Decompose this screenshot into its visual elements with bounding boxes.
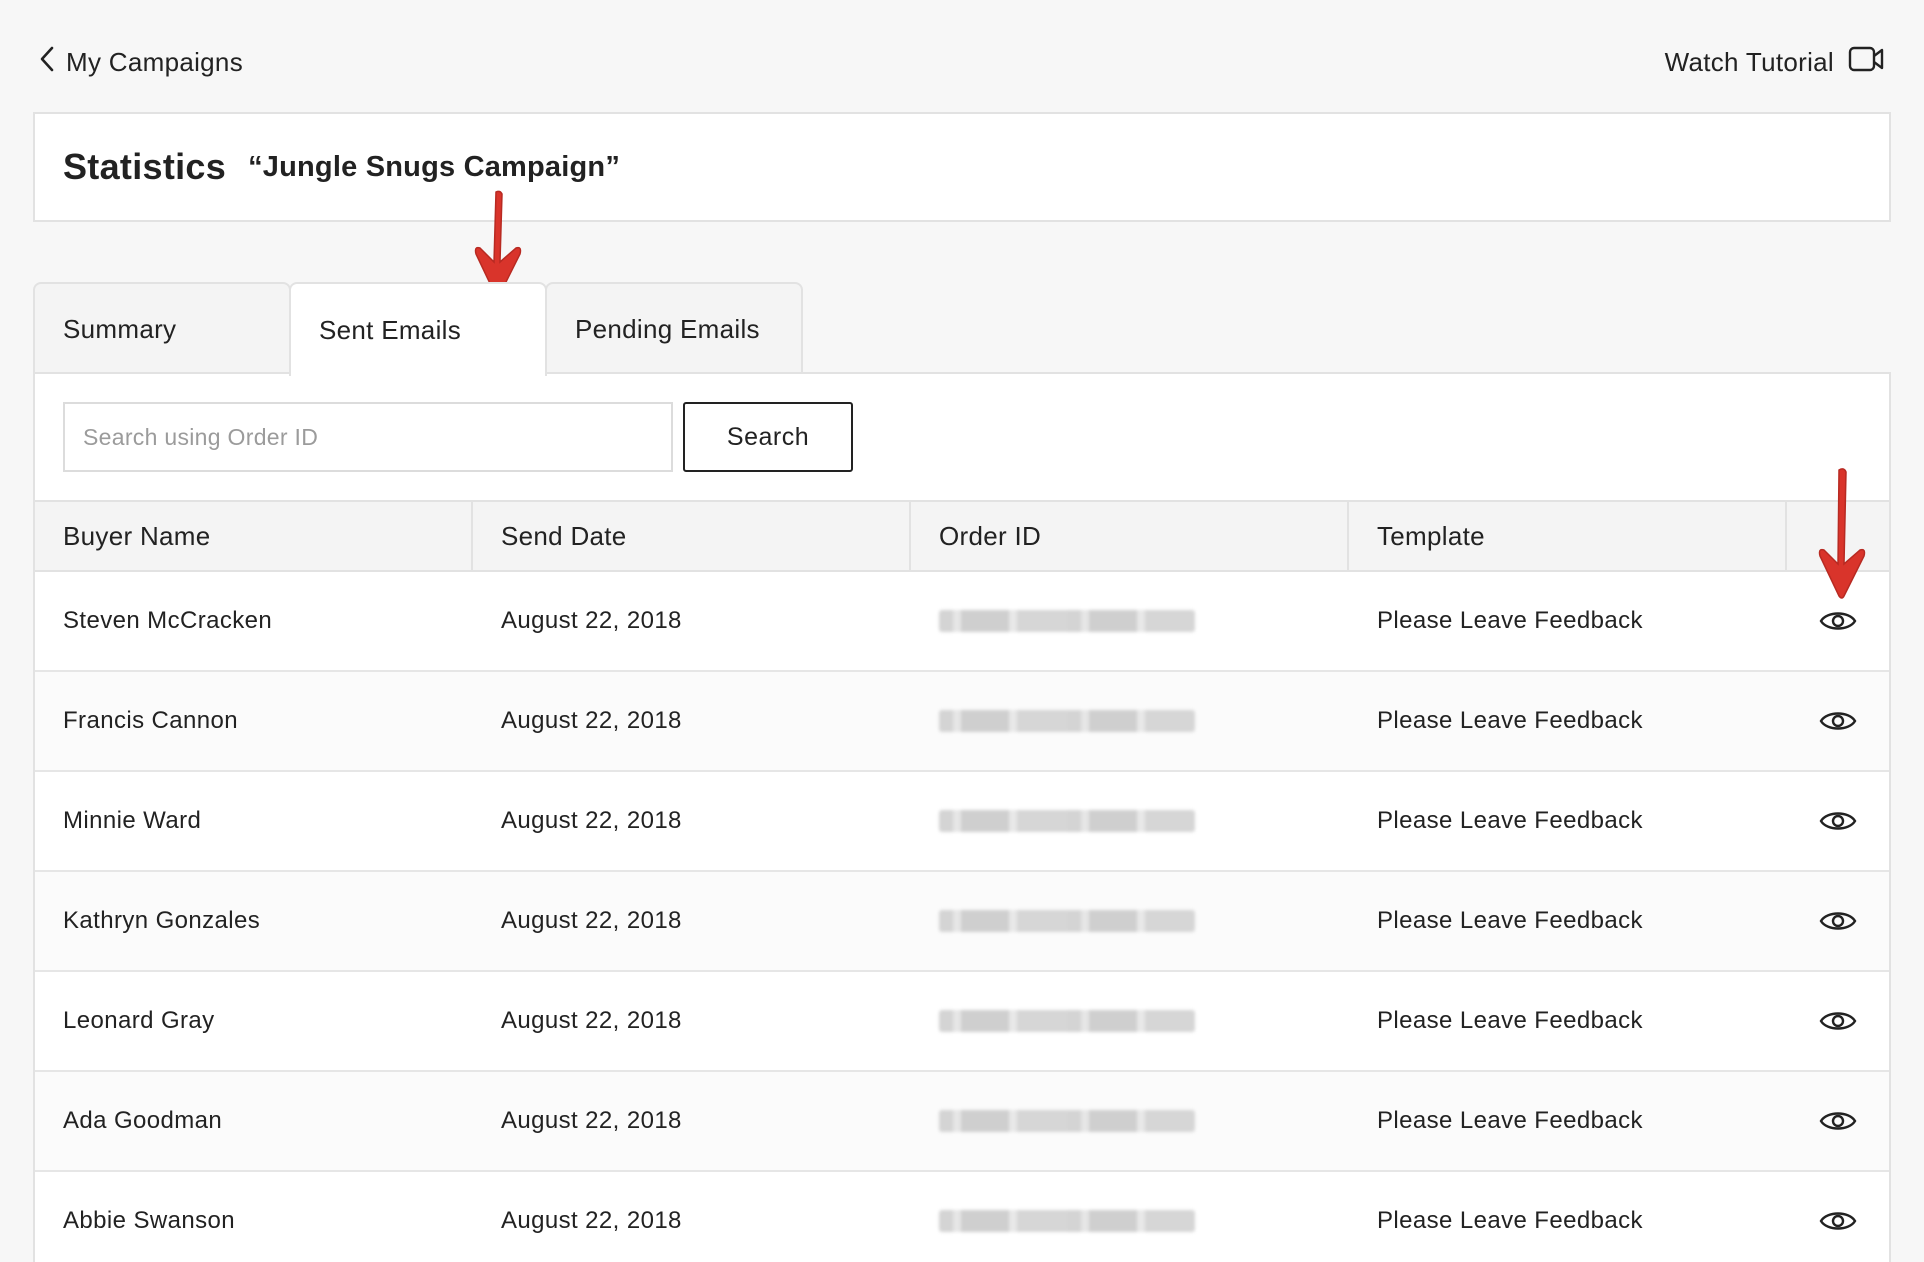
table-row: Kathryn Gonzales August 22, 2018 Please … [35, 872, 1889, 972]
tab-summary[interactable]: Summary [33, 282, 291, 374]
order-id-cell [911, 672, 1349, 770]
order-id-cell [911, 1172, 1349, 1262]
eye-icon[interactable] [1819, 608, 1857, 634]
statistics-header: Statistics “Jungle Snugs Campaign” [33, 112, 1891, 222]
template-cell: Please Leave Feedback [1377, 607, 1643, 634]
eye-icon[interactable] [1819, 1008, 1857, 1034]
actions-cell [1787, 972, 1889, 1070]
sent-emails-panel: Search Buyer Name Send Date Order ID Tem… [33, 372, 1891, 1262]
redacted-order-id [939, 710, 1195, 732]
sent-emails-table: Buyer Name Send Date Order ID Template S… [35, 500, 1889, 1262]
column-header-buyer-name[interactable]: Buyer Name [35, 502, 473, 570]
top-bar: My Campaigns Watch Tutorial [0, 0, 1924, 112]
buyer-name-cell: Leonard Gray [63, 1007, 215, 1034]
send-date-cell: August 22, 2018 [501, 1007, 682, 1034]
table-row: Abbie Swanson August 22, 2018 Please Lea… [35, 1172, 1889, 1262]
eye-icon[interactable] [1819, 1208, 1857, 1234]
actions-cell [1787, 1072, 1889, 1170]
eye-icon[interactable] [1819, 808, 1857, 834]
column-header-send-date[interactable]: Send Date [473, 502, 911, 570]
back-link-label: My Campaigns [66, 46, 243, 77]
redacted-order-id [939, 910, 1195, 932]
order-id-search-input[interactable] [63, 402, 673, 472]
template-cell: Please Leave Feedback [1377, 1107, 1643, 1134]
send-date-cell: August 22, 2018 [501, 807, 682, 834]
template-cell: Please Leave Feedback [1377, 707, 1643, 734]
send-date-cell: August 22, 2018 [501, 907, 682, 934]
send-date-cell: August 22, 2018 [501, 1107, 682, 1134]
buyer-name-cell: Steven McCracken [63, 607, 273, 634]
buyer-name-cell: Minnie Ward [63, 807, 202, 834]
column-header-template[interactable]: Template [1349, 502, 1787, 570]
send-date-cell: August 22, 2018 [501, 707, 682, 734]
template-cell: Please Leave Feedback [1377, 1207, 1643, 1234]
table-row: Minnie Ward August 22, 2018 Please Leave… [35, 772, 1889, 872]
send-date-cell: August 22, 2018 [501, 1207, 682, 1234]
watch-tutorial-link[interactable]: Watch Tutorial [1665, 44, 1884, 80]
template-cell: Please Leave Feedback [1377, 1007, 1643, 1034]
redacted-order-id [939, 810, 1195, 832]
template-cell: Please Leave Feedback [1377, 907, 1643, 934]
buyer-name-cell: Abbie Swanson [63, 1207, 235, 1234]
order-id-cell [911, 872, 1349, 970]
tab-pending-emails[interactable]: Pending Emails [545, 282, 803, 374]
table-row: Leonard Gray August 22, 2018 Please Leav… [35, 972, 1889, 1072]
campaign-name: “Jungle Snugs Campaign” [248, 150, 621, 183]
annotation-arrow-down-icon [1818, 468, 1866, 599]
eye-icon[interactable] [1819, 908, 1857, 934]
search-row: Search [63, 402, 853, 472]
page-title: Statistics [63, 146, 227, 187]
back-to-campaigns-link[interactable]: My Campaigns [38, 44, 243, 80]
actions-cell [1787, 872, 1889, 970]
actions-cell [1787, 1172, 1889, 1262]
column-header-order-id[interactable]: Order ID [911, 502, 1349, 570]
table-header: Buyer Name Send Date Order ID Template [35, 500, 1889, 572]
send-date-cell: August 22, 2018 [501, 607, 682, 634]
buyer-name-cell: Kathryn Gonzales [63, 907, 261, 934]
tab-bar: Summary Sent Emails Pending Emails [33, 282, 803, 376]
chevron-left-icon [38, 45, 56, 80]
table-row: Steven McCracken August 22, 2018 Please … [35, 572, 1889, 672]
search-button[interactable]: Search [683, 402, 853, 472]
buyer-name-cell: Ada Goodman [63, 1107, 223, 1134]
order-id-cell [911, 572, 1349, 670]
table-row: Ada Goodman August 22, 2018 Please Leave… [35, 1072, 1889, 1172]
eye-icon[interactable] [1819, 708, 1857, 734]
order-id-cell [911, 1072, 1349, 1170]
eye-icon[interactable] [1819, 1108, 1857, 1134]
redacted-order-id [939, 1110, 1195, 1132]
order-id-cell [911, 772, 1349, 870]
actions-cell [1787, 772, 1889, 870]
order-id-cell [911, 972, 1349, 1070]
page: My Campaigns Watch Tutorial Statistics “… [0, 0, 1924, 1262]
table-row: Francis Cannon August 22, 2018 Please Le… [35, 672, 1889, 772]
template-cell: Please Leave Feedback [1377, 807, 1643, 834]
actions-cell [1787, 672, 1889, 770]
watch-tutorial-label: Watch Tutorial [1664, 46, 1834, 77]
redacted-order-id [939, 1010, 1195, 1032]
redacted-order-id [939, 1210, 1195, 1232]
tab-sent-emails[interactable]: Sent Emails [289, 282, 547, 376]
buyer-name-cell: Francis Cannon [63, 707, 239, 734]
video-camera-icon [1848, 44, 1884, 81]
redacted-order-id [939, 610, 1195, 632]
